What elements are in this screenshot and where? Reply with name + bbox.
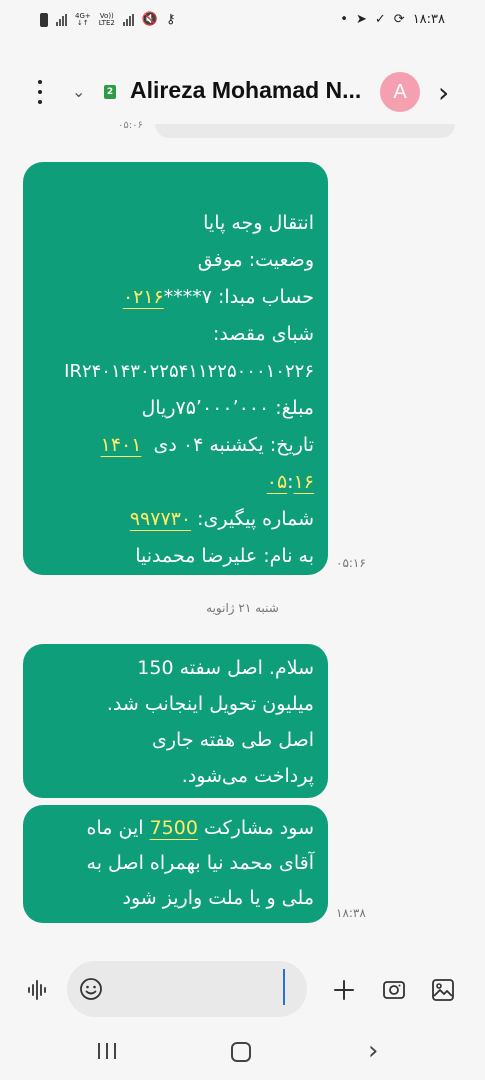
emoji-icon[interactable] [79, 977, 103, 1001]
message-text: این ماه [86, 817, 150, 839]
message-input[interactable] [111, 971, 279, 1007]
time-link-a[interactable]: ۰۵ [267, 471, 287, 493]
chevron-right-icon[interactable]: › [438, 76, 449, 109]
volte-indicator: Vo)) LTE2 [98, 12, 115, 27]
avatar[interactable]: A [380, 72, 420, 112]
time-link-b[interactable]: ۱۶ [294, 471, 314, 493]
previous-message-bubble[interactable] [155, 124, 455, 138]
message-line: به نام: علیرضا محمدنیا [135, 545, 314, 567]
nav-recent-icon[interactable] [96, 1042, 118, 1060]
message-line: شبای مقصد: [213, 323, 314, 345]
message-line: اصل طی هفته جاری [151, 729, 314, 751]
signal-2-icon [122, 13, 134, 26]
message-composer[interactable] [67, 961, 307, 1017]
kebab-menu-icon[interactable] [30, 80, 50, 104]
previous-message-time: ۰۵:۰۶ [118, 120, 143, 131]
text-cursor [283, 969, 285, 1005]
mute-icon: 🔇 [141, 12, 159, 27]
message-line: ۰۵:۱۶ [37, 464, 314, 501]
sim-badge: 2 [104, 85, 116, 99]
message-line: پرداخت می‌شود. [181, 765, 314, 787]
message-bubble[interactable]: سود مشارکت 7500 این ماه آقای محمد نیا به… [23, 805, 328, 923]
chevron-down-icon[interactable]: ⌄ [72, 82, 85, 101]
message-bubble[interactable]: سلام. اصل سفته 150 میلیون تحویل اینجانب … [23, 644, 328, 798]
message-time: ۱۸:۳۸ [336, 906, 366, 920]
message-line: آقای محمد نیا بهمراه اصل به [86, 852, 314, 874]
status-time: ۱۸:۳۸ [412, 12, 445, 27]
tracking-link[interactable]: ۹۹۷۷۳۰ [130, 508, 191, 530]
nav-home-icon[interactable] [231, 1042, 251, 1062]
year-link[interactable]: ۱۴۰۱ [101, 434, 142, 456]
message-line: مبلغ: ۷۵٬۰۰۰٬۰۰۰ریال [141, 397, 314, 419]
conversation-header: ⌄ 2 Alireza Mohamad N... A › [0, 60, 485, 124]
check-icon: ✓ [374, 12, 386, 27]
message-bubble[interactable]: انتقال وجه پایا وضعیت: موفق حساب مبدا: ۷… [23, 162, 328, 575]
signal-icon [56, 13, 67, 26]
message-line: سود مشارکت 7500 این ماه [37, 811, 314, 846]
message-line: میلیون تحویل اینجانب شد. [106, 693, 314, 715]
nav-back-icon[interactable]: › [368, 1038, 378, 1064]
message-line: شماره پیگیری: ۹۹۷۷۳۰ [37, 501, 314, 538]
contact-name[interactable]: Alireza Mohamad N... [130, 77, 370, 104]
network-type-label: 4G+ [75, 11, 91, 20]
amount-link[interactable]: 7500 [150, 817, 198, 839]
message-line: تاریخ: یکشنبه ۰۴ دی ۱۴۰۱ [37, 427, 314, 464]
message-line: ملی و یا ملت واریز شود [122, 887, 314, 909]
camera-icon[interactable] [382, 978, 406, 1002]
plus-icon[interactable] [333, 979, 355, 1001]
account-label: حساب مبدا: ۷**** [163, 286, 314, 308]
sync-icon: ⟳ [393, 12, 405, 27]
screen: 4G+ ↓↑ Vo)) LTE2 🔇 ⚷ • ➤ ✓ ⟳ ۱۸:۳۸ ⌄ 2 Ali… [0, 0, 485, 1080]
account-link[interactable]: ۰۲۱۶ [123, 286, 164, 308]
message-line: وضعیت: موفق [197, 249, 314, 271]
battery-icon [40, 12, 48, 27]
lte-label: LTE2 [98, 18, 115, 27]
key-icon: ⚷ [166, 12, 176, 27]
message-time: ۰۵:۱۶ [336, 556, 366, 570]
message-line: IR۲۴۰۱۴۳۰۲۲۵۴۱۱۲۲۵۰۰۰۱۰۲۲۶ [64, 361, 314, 382]
status-left: 4G+ ↓↑ Vo)) LTE2 🔇 ⚷ [40, 12, 176, 27]
message-line: حساب مبدا: ۷****۰۲۱۶ [37, 279, 314, 316]
message-text: سود مشارکت [197, 817, 314, 839]
tracking-label: شماره پیگیری: [197, 508, 314, 530]
gallery-icon[interactable] [431, 978, 455, 1002]
voice-icon[interactable] [26, 978, 50, 1002]
status-right: • ➤ ✓ ⟳ ۱۸:۳۸ [340, 12, 445, 27]
network-type: 4G+ ↓↑ [75, 11, 91, 27]
status-bar: 4G+ ↓↑ Vo)) LTE2 🔇 ⚷ • ➤ ✓ ⟳ ۱۸:۳۸ [0, 0, 485, 44]
telegram-icon: ➤ [355, 12, 367, 27]
date-separator: شنبه ۲۱ ژانویه [206, 601, 279, 615]
message-line: انتقال وجه پایا [203, 212, 314, 234]
dot-icon: • [340, 12, 348, 27]
date-label: تاریخ: یکشنبه ۰۴ دی [153, 434, 314, 456]
message-line: سلام. اصل سفته 150 [137, 657, 314, 679]
